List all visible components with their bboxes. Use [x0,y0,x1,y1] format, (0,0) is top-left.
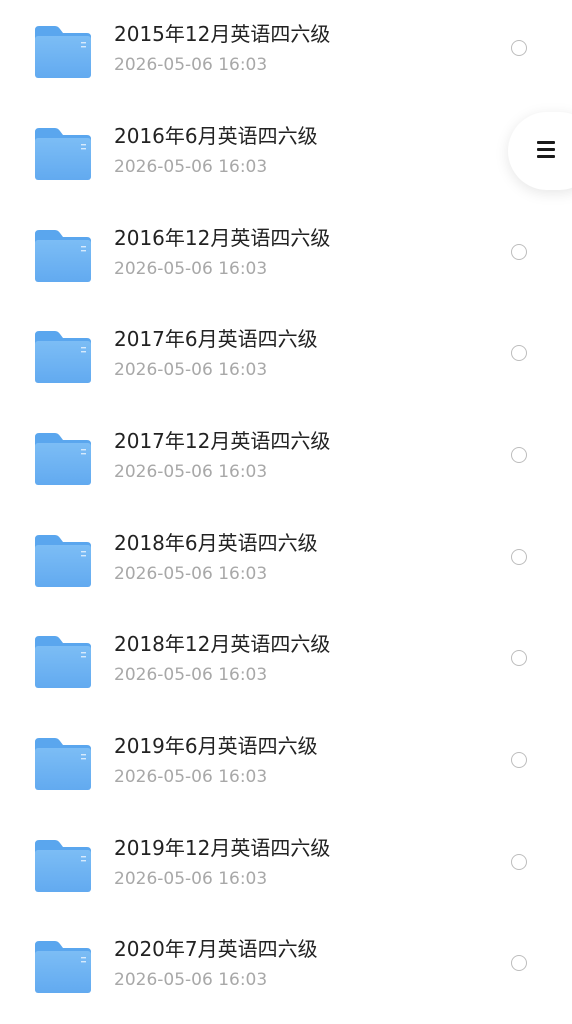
file-time: 2026-05-06 16:03 [114,564,268,584]
file-time: 2026-05-06 16:03 [114,462,268,482]
radio-unchecked-icon[interactable] [511,854,527,870]
list-item[interactable]: 2017年6月英语四六级 2026-05-06 16:03 [0,305,572,407]
file-time: 2026-05-06 16:03 [114,665,268,685]
file-time: 2026-05-06 16:03 [114,55,268,75]
file-time: 2026-05-06 16:03 [114,970,268,990]
file-title: 2019年12月英语四六级 [114,836,331,860]
folder-icon [33,838,93,894]
folder-icon [33,126,93,182]
radio-unchecked-icon[interactable] [511,345,527,361]
file-title: 2018年12月英语四六级 [114,632,331,656]
list-item[interactable]: 2020年7月英语四六级 2026-05-06 16:03 [0,915,572,1017]
folder-icon [33,329,93,385]
file-title: 2016年12月英语四六级 [114,226,331,250]
list-item[interactable]: 2018年12月英语四六级 2026-05-06 16:03 [0,610,572,712]
file-time: 2026-05-06 16:03 [114,259,268,279]
file-time: 2026-05-06 16:03 [114,869,268,889]
radio-unchecked-icon[interactable] [511,549,527,565]
radio-unchecked-icon[interactable] [511,955,527,971]
file-title: 2017年12月英语四六级 [114,429,331,453]
radio-unchecked-icon[interactable] [511,244,527,260]
folder-icon [33,228,93,284]
radio-unchecked-icon[interactable] [511,447,527,463]
file-time: 2026-05-06 16:03 [114,360,268,380]
folder-icon [33,634,93,690]
list-item[interactable]: 2015年12月英语四六级 2026-05-06 16:03 [0,0,572,102]
file-list: 2015年12月英语四六级 2026-05-06 16:03 2016年6月英语… [0,0,572,1024]
radio-unchecked-icon[interactable] [511,40,527,56]
list-item[interactable]: 2019年12月英语四六级 2026-05-06 16:03 [0,814,572,916]
list-item[interactable]: 2016年12月英语四六级 2026-05-06 16:03 [0,204,572,306]
folder-icon [33,24,93,80]
radio-unchecked-icon[interactable] [511,650,527,666]
file-title: 2016年6月英语四六级 [114,124,318,148]
file-title: 2017年6月英语四六级 [114,327,318,351]
list-item[interactable]: 2017年12月英语四六级 2026-05-06 16:03 [0,407,572,509]
radio-unchecked-icon[interactable] [511,752,527,768]
folder-icon [33,939,93,995]
folder-icon [33,431,93,487]
list-item[interactable]: 2018年6月英语四六级 2026-05-06 16:03 [0,509,572,611]
file-title: 2018年6月英语四六级 [114,531,318,555]
menu-icon [537,141,555,159]
list-item[interactable]: 2016年6月英语四六级 2026-05-06 16:03 [0,102,572,204]
folder-icon [33,533,93,589]
file-title: 2020年7月英语四六级 [114,937,318,961]
folder-icon [33,736,93,792]
list-item[interactable]: 2019年6月英语四六级 2026-05-06 16:03 [0,712,572,814]
file-title: 2015年12月英语四六级 [114,22,331,46]
file-title: 2019年6月英语四六级 [114,734,318,758]
file-time: 2026-05-06 16:03 [114,157,268,177]
file-time: 2026-05-06 16:03 [114,767,268,787]
